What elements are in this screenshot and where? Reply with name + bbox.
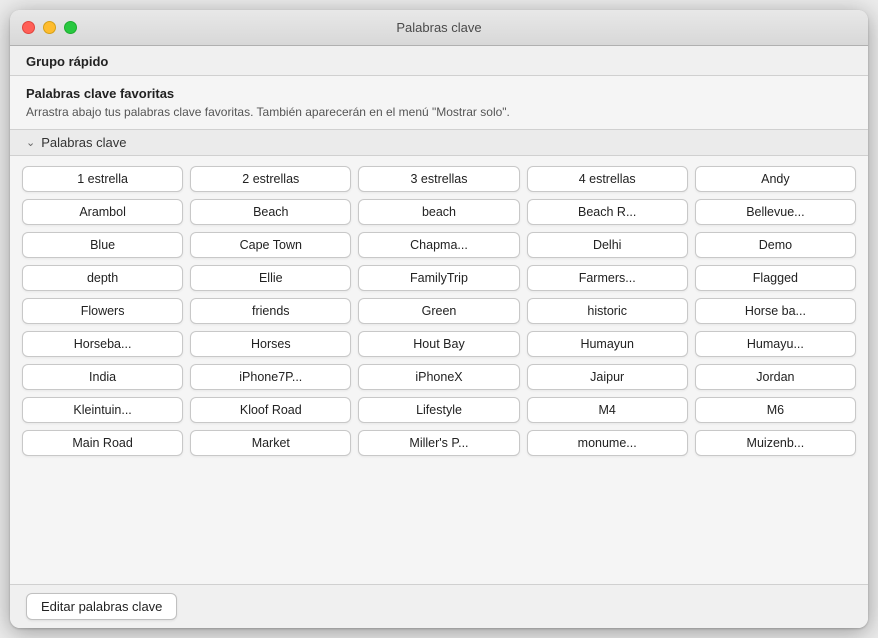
keyword-btn[interactable]: Andy [695, 166, 856, 192]
keywords-grid-container: 1 estrella 2 estrellas 3 estrellas 4 estrel… [10, 156, 868, 584]
keyword-btn[interactable]: Muizenb... [695, 430, 856, 456]
keyword-btn[interactable]: 4 estrellas [527, 166, 688, 192]
edit-keywords-button[interactable]: Editar palabras clave [26, 593, 177, 620]
keyword-btn[interactable]: Kloof Road [190, 397, 351, 423]
keyword-btn[interactable]: M6 [695, 397, 856, 423]
keyword-btn[interactable]: M4 [527, 397, 688, 423]
keyword-btn[interactable]: 1 estrella [22, 166, 183, 192]
chevron-down-icon: ⌄ [26, 136, 35, 149]
keyword-btn[interactable]: 2 estrellas [190, 166, 351, 192]
keyword-btn[interactable]: Miller's P... [358, 430, 519, 456]
keyword-btn[interactable]: Green [358, 298, 519, 324]
keywords-header: ⌄ Palabras clave [10, 130, 868, 156]
keyword-btn[interactable]: India [22, 364, 183, 390]
keyword-btn[interactable]: Humayu... [695, 331, 856, 357]
keyword-btn[interactable]: depth [22, 265, 183, 291]
keyword-btn[interactable]: Blue [22, 232, 183, 258]
traffic-lights [22, 21, 77, 34]
keyword-btn[interactable]: Cape Town [190, 232, 351, 258]
keyword-btn[interactable]: FamilyTrip [358, 265, 519, 291]
keywords-grid: 1 estrella 2 estrellas 3 estrellas 4 estrel… [22, 166, 856, 456]
titlebar: Palabras clave [10, 10, 868, 46]
keyword-btn[interactable]: Horse ba... [695, 298, 856, 324]
keyword-btn[interactable]: friends [190, 298, 351, 324]
keyword-btn[interactable]: Flagged [695, 265, 856, 291]
keyword-btn[interactable]: beach [358, 199, 519, 225]
keywords-label: Palabras clave [41, 135, 126, 150]
group-header: Grupo rápido [10, 46, 868, 76]
minimize-button[interactable] [43, 21, 56, 34]
keyword-btn[interactable]: Horses [190, 331, 351, 357]
favorites-subtitle: Arrastra abajo tus palabras clave favori… [26, 104, 852, 121]
keyword-btn[interactable]: historic [527, 298, 688, 324]
footer: Editar palabras clave [10, 584, 868, 628]
keyword-btn[interactable]: monume... [527, 430, 688, 456]
window-title: Palabras clave [396, 20, 481, 35]
keyword-btn[interactable]: iPhoneX [358, 364, 519, 390]
keyword-btn[interactable]: Bellevue... [695, 199, 856, 225]
keyword-btn[interactable]: Farmers... [527, 265, 688, 291]
keyword-btn[interactable]: Main Road [22, 430, 183, 456]
favorites-title: Palabras clave favoritas [26, 86, 852, 101]
keyword-btn[interactable]: Kleintuin... [22, 397, 183, 423]
keyword-btn[interactable]: Jordan [695, 364, 856, 390]
keyword-btn[interactable]: Hout Bay [358, 331, 519, 357]
keyword-btn[interactable]: Delhi [527, 232, 688, 258]
keyword-btn[interactable]: Flowers [22, 298, 183, 324]
keyword-btn[interactable]: Jaipur [527, 364, 688, 390]
main-window: Palabras clave Grupo rápido Palabras cla… [10, 10, 868, 628]
keyword-btn[interactable]: Ellie [190, 265, 351, 291]
favorites-section: Palabras clave favoritas Arrastra abajo … [10, 76, 868, 130]
keyword-btn[interactable]: Horseba... [22, 331, 183, 357]
keyword-btn[interactable]: Market [190, 430, 351, 456]
maximize-button[interactable] [64, 21, 77, 34]
keyword-btn[interactable]: Beach R... [527, 199, 688, 225]
keyword-btn[interactable]: Beach [190, 199, 351, 225]
close-button[interactable] [22, 21, 35, 34]
keyword-btn[interactable]: Humayun [527, 331, 688, 357]
keyword-btn[interactable]: Arambol [22, 199, 183, 225]
keyword-btn[interactable]: Demo [695, 232, 856, 258]
keyword-btn[interactable]: Lifestyle [358, 397, 519, 423]
keyword-btn[interactable]: Chapma... [358, 232, 519, 258]
keyword-btn[interactable]: iPhone7P... [190, 364, 351, 390]
content-area: Grupo rápido Palabras clave favoritas Ar… [10, 46, 868, 584]
keyword-btn[interactable]: 3 estrellas [358, 166, 519, 192]
